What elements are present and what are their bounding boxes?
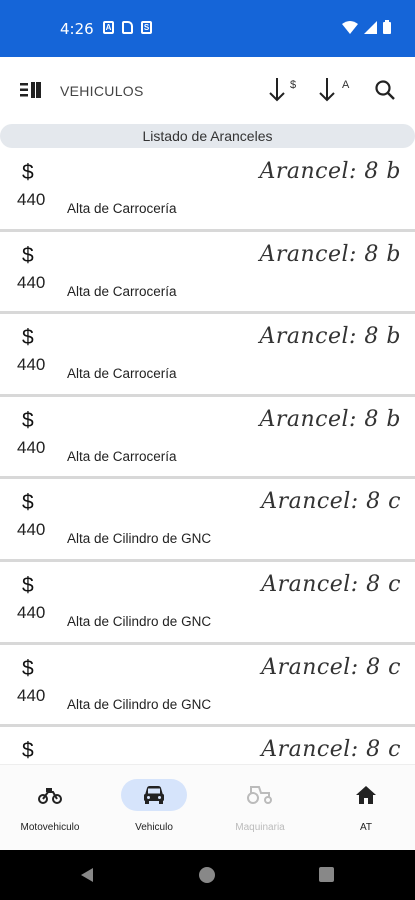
list-item[interactable]: $ 440 Alta de Cilindro de GNC Arancel: 8… xyxy=(0,479,415,562)
status-time: 4:26 xyxy=(60,20,94,38)
item-arancel: Arancel: 8 b xyxy=(259,159,401,184)
list-item[interactable]: $ 440 Alta de Carrocería Arancel: 8 b xyxy=(0,149,415,232)
sort-alpha-label: A xyxy=(342,79,350,91)
tractor-icon xyxy=(247,786,272,804)
nav-label: Vehiculo xyxy=(135,822,173,833)
motorcycle-icon xyxy=(38,788,62,804)
signal-icon xyxy=(364,20,377,34)
home-button-icon[interactable] xyxy=(199,867,215,883)
sort-by-name-button[interactable]: A xyxy=(318,77,354,105)
list-item[interactable]: $ Arancel: 8 c xyxy=(0,727,415,764)
list-item[interactable]: $ 440 Alta de Cilindro de GNC Arancel: 8… xyxy=(0,561,415,645)
nav-label: AT xyxy=(359,822,373,833)
arrow-down-icon xyxy=(319,78,335,102)
status-right-icons xyxy=(342,20,391,34)
item-description: Alta de Carrocería xyxy=(67,201,177,216)
arancel-list[interactable]: $ 440 Alta de Carrocería Arancel: 8 b $ … xyxy=(0,149,415,764)
item-description: Alta de Carrocería xyxy=(67,448,177,464)
item-price: 440 xyxy=(17,355,46,375)
status-bar: 4:26 A S xyxy=(0,0,415,57)
status-notification-icons: A S xyxy=(103,21,152,34)
search-icon[interactable] xyxy=(374,79,396,101)
system-navigation-bar xyxy=(0,850,415,900)
item-arancel: Arancel: 8 b xyxy=(259,406,401,432)
sort-by-price-button[interactable]: $ xyxy=(268,77,304,105)
view-toggle-icon[interactable] xyxy=(20,81,42,99)
app-toolbar: VEHICULOS $ A xyxy=(0,57,415,123)
sd-card-icon xyxy=(122,21,133,34)
item-description: Alta de Cilindro de GNC xyxy=(67,696,212,712)
item-arancel: Arancel: 8 c xyxy=(261,571,401,597)
currency-symbol: $ xyxy=(22,573,34,597)
section-header: Listado de Aranceles xyxy=(0,124,415,148)
currency-symbol: $ xyxy=(22,326,34,350)
list-item[interactable]: $ 440 Alta de Cilindro de GNC Arancel: 8… xyxy=(0,644,415,728)
nav-motovehiculo[interactable]: Motovehiculo xyxy=(0,765,100,851)
nav-label: Motovehiculo xyxy=(20,822,80,833)
item-price: 440 xyxy=(17,602,46,622)
nav-maquinaria[interactable]: Maquinaria xyxy=(210,765,310,851)
list-item[interactable]: $ 440 Alta de Carrocería Arancel: 8 b xyxy=(0,231,415,315)
item-price: 440 xyxy=(17,437,46,457)
item-price: 440 xyxy=(17,190,46,209)
item-arancel: Arancel: 8 c xyxy=(261,489,401,515)
item-description: Alta de Cilindro de GNC xyxy=(67,613,212,629)
sort-price-label: $ xyxy=(290,79,297,91)
back-icon[interactable] xyxy=(79,867,95,883)
item-description: Alta de Cilindro de GNC xyxy=(67,531,212,547)
currency-symbol: $ xyxy=(22,739,34,763)
item-price: 440 xyxy=(17,272,46,292)
currency-symbol: $ xyxy=(22,491,34,515)
currency-symbol: $ xyxy=(22,161,34,184)
page-title: VEHICULOS xyxy=(60,83,144,99)
list-item[interactable]: $ 440 Alta de Carrocería Arancel: 8 b xyxy=(0,396,415,480)
currency-symbol: $ xyxy=(22,408,34,432)
item-price: 440 xyxy=(17,520,46,540)
home-icon xyxy=(356,786,376,804)
battery-icon xyxy=(383,20,391,34)
item-arancel: Arancel: 8 b xyxy=(259,324,401,350)
nav-vehiculo[interactable]: Vehiculo xyxy=(104,765,204,851)
list-item[interactable]: $ 440 Alta de Carrocería Arancel: 8 b xyxy=(0,314,415,397)
wifi-icon xyxy=(342,20,358,34)
arrow-down-icon xyxy=(269,78,285,102)
item-arancel: Arancel: 8 c xyxy=(261,654,401,680)
item-arancel: Arancel: 8 b xyxy=(259,241,401,267)
item-price: 440 xyxy=(17,685,46,705)
nav-label: Maquinaria xyxy=(235,822,285,833)
item-description: Alta de Carrocería xyxy=(67,283,177,299)
car-icon xyxy=(144,786,164,804)
currency-symbol: $ xyxy=(22,243,34,267)
app-s-icon: S xyxy=(141,21,152,34)
recent-apps-icon[interactable] xyxy=(319,867,334,882)
app-a-icon: A xyxy=(103,21,114,34)
item-arancel: Arancel: 8 c xyxy=(261,737,401,763)
currency-symbol: $ xyxy=(22,656,34,680)
bottom-navigation: Motovehiculo Vehiculo Maquinaria AT xyxy=(0,764,415,850)
item-description: Alta de Carrocería xyxy=(67,366,177,382)
nav-at[interactable]: AT xyxy=(316,765,415,851)
